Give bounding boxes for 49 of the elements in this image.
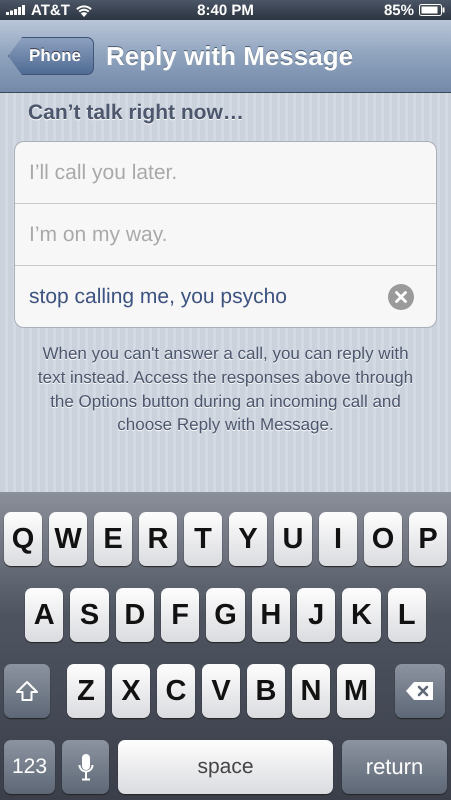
microphone-icon [78,753,94,781]
letter-key[interactable]: C [157,664,195,718]
letter-key[interactable]: F [160,588,200,642]
delete-key[interactable] [395,664,445,718]
letter-key[interactable]: Z [67,664,105,718]
help-text: When you can't answer a call, you can reply with text instead. Access the responses above through the Options button during an incoming call and choose Reply with Message. [36,343,414,436]
letter-key[interactable]: H [252,588,290,642]
letter-key[interactable]: M [337,664,375,718]
letter-key[interactable]: U [274,512,312,566]
letter-key[interactable]: V [202,664,240,718]
letter-key[interactable]: J [296,588,336,642]
shift-arrow-icon [16,681,38,701]
letter-key[interactable]: X [112,664,150,718]
clear-icon[interactable] [388,284,414,310]
letter-key[interactable]: Q [4,512,42,566]
letter-key[interactable]: T [184,512,222,566]
shift-key[interactable] [4,664,50,718]
letter-key[interactable]: E [94,512,132,566]
space-key[interactable]: space [118,740,333,794]
letter-key[interactable]: S [70,588,109,642]
response-field[interactable]: I’m on my way. [29,220,414,250]
letter-key[interactable]: A [25,588,64,642]
clock-time: 8:40 PM [197,2,254,18]
letter-key[interactable]: D [116,588,154,642]
letter-key[interactable]: P [409,512,447,566]
dictation-key[interactable] [62,740,109,794]
letter-key[interactable]: Y [229,512,267,566]
number-key[interactable]: 123 [4,740,55,794]
signal-icon [6,5,26,15]
letter-key[interactable]: I [319,512,357,566]
letter-key[interactable]: K [342,588,381,642]
response-field[interactable]: I’ll call you later. [29,158,414,188]
letter-key[interactable]: B [247,664,285,718]
wifi-icon [74,4,93,16]
letter-key[interactable]: W [49,512,87,566]
letter-key[interactable]: G [206,588,245,642]
section-header: Can’t talk right now… [27,101,245,126]
letter-key[interactable]: N [292,664,330,718]
backspace-icon [405,681,435,701]
letter-key[interactable]: L [388,588,426,642]
back-button[interactable]: Phone [8,37,94,75]
return-key[interactable]: return [342,740,447,794]
battery-percent: 85% [384,2,414,18]
response-field[interactable]: stop calling me, you psycho [29,282,388,312]
letter-key[interactable]: R [139,512,177,566]
battery-icon [418,4,445,16]
letter-key[interactable]: O [364,512,402,566]
screen-title: Reply with Message [106,40,354,72]
carrier-name: AT&T [31,2,70,18]
